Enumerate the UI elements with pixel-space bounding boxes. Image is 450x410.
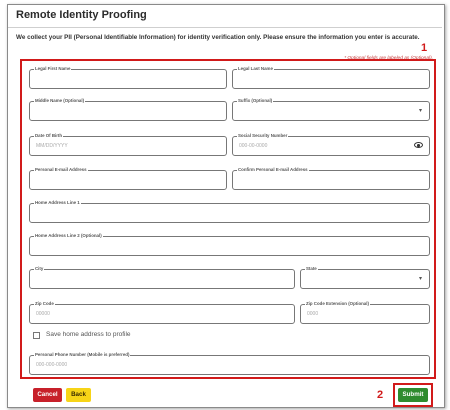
title-divider bbox=[8, 27, 442, 28]
page-title: Remote Identity Proofing bbox=[16, 9, 147, 21]
submit-highlight-box: Submit bbox=[393, 383, 433, 407]
state-select[interactable]: State ▾ bbox=[300, 266, 430, 289]
confirm-email-label: Confirm Personal E-mail Address bbox=[237, 167, 309, 173]
eye-icon[interactable] bbox=[414, 142, 423, 148]
ssn-field[interactable]: Social Security Number 000-00-0000 bbox=[232, 133, 430, 156]
legal-first-name-field[interactable]: Legal First Name bbox=[29, 66, 227, 89]
suffix-label: Suffix (Optional) bbox=[237, 98, 274, 104]
zip-extension-label: Zip Code Extension (Optional) bbox=[305, 301, 370, 307]
email-label: Personal E-mail Address bbox=[34, 167, 88, 173]
submit-button[interactable]: Submit bbox=[398, 388, 428, 402]
zip-code-field[interactable]: Zip Code 00000 bbox=[29, 301, 295, 324]
city-field[interactable]: City bbox=[29, 266, 295, 289]
chevron-down-icon: ▾ bbox=[418, 276, 422, 282]
date-of-birth-field[interactable]: Date Of Birth MM/DD/YYYY bbox=[29, 133, 227, 156]
legal-first-name-label: Legal First Name bbox=[34, 66, 72, 72]
callout-1: 1 bbox=[421, 42, 428, 54]
date-of-birth-placeholder: MM/DD/YYYY bbox=[36, 143, 68, 149]
legal-last-name-field[interactable]: Legal Last Name bbox=[232, 66, 430, 89]
suffix-select[interactable]: Suffix (Optional) ▾ bbox=[232, 98, 430, 121]
middle-name-label: Middle Name (Optional) bbox=[34, 98, 86, 104]
chevron-down-icon: ▾ bbox=[418, 108, 422, 114]
zip-code-placeholder: 00000 bbox=[36, 311, 50, 317]
ssn-placeholder: 000-00-0000 bbox=[239, 143, 268, 149]
confirm-email-field[interactable]: Confirm Personal E-mail Address bbox=[232, 167, 430, 190]
legal-last-name-label: Legal Last Name bbox=[237, 66, 274, 72]
phone-placeholder: 000-000-0000 bbox=[36, 362, 68, 368]
back-button[interactable]: Back bbox=[66, 388, 91, 402]
phone-label: Personal Phone Number (Mobile is preferr… bbox=[34, 352, 131, 358]
date-of-birth-label: Date Of Birth bbox=[34, 133, 64, 139]
state-label: State bbox=[305, 266, 318, 272]
save-address-label: Save home address to profile bbox=[46, 331, 131, 338]
email-field[interactable]: Personal E-mail Address bbox=[29, 167, 227, 190]
zip-code-label: Zip Code bbox=[34, 301, 55, 307]
ssn-label: Social Security Number bbox=[237, 133, 289, 139]
cancel-button[interactable]: Cancel bbox=[33, 388, 62, 402]
callout-2: 2 bbox=[377, 389, 384, 401]
address-line2-field[interactable]: Home Address Line 2 (Optional) bbox=[29, 233, 430, 256]
city-label: City bbox=[34, 266, 45, 272]
phone-field[interactable]: Personal Phone Number (Mobile is preferr… bbox=[29, 352, 430, 375]
address-line1-field[interactable]: Home Address Line 1 bbox=[29, 200, 430, 223]
save-address-checkbox[interactable] bbox=[33, 332, 40, 339]
middle-name-field[interactable]: Middle Name (Optional) bbox=[29, 98, 227, 121]
intro-text: We collect your PII (Personal Identifiab… bbox=[16, 34, 420, 41]
zip-extension-field[interactable]: Zip Code Extension (Optional) 0000 bbox=[300, 301, 430, 324]
zip-extension-placeholder: 0000 bbox=[307, 311, 319, 317]
address-line2-label: Home Address Line 2 (Optional) bbox=[34, 233, 103, 239]
address-line1-label: Home Address Line 1 bbox=[34, 200, 81, 206]
